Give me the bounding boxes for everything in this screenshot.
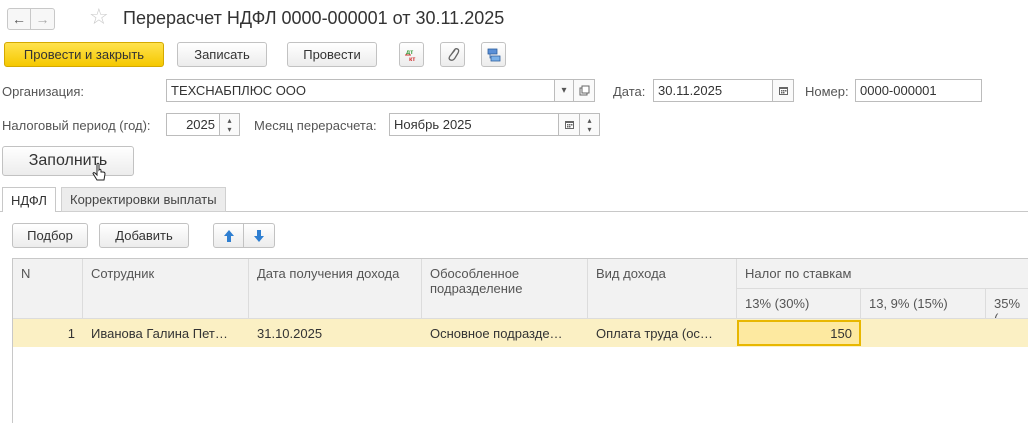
column-header-rate-35[interactable]: 35% (	[986, 289, 1028, 319]
organization-label: Организация:	[2, 84, 85, 99]
tax-period-label: Налоговый период (год):	[2, 118, 151, 133]
column-header-rate-13[interactable]: 13% (30%)	[737, 289, 861, 319]
mouse-cursor-icon	[92, 162, 106, 181]
move-down-button[interactable]	[244, 223, 275, 248]
column-header-tax-by-rates[interactable]: Налог по ставкам	[737, 259, 1028, 289]
spin-up-icon: ▴	[587, 115, 592, 125]
column-header-n[interactable]: N	[13, 259, 83, 319]
cell-n[interactable]: 1	[13, 319, 83, 347]
pick-button[interactable]: Подбор	[12, 223, 88, 248]
svg-text:кт: кт	[409, 56, 415, 63]
recalc-month-spinner[interactable]: ▴ ▾	[580, 113, 600, 136]
column-header-income-type[interactable]: Вид дохода	[588, 259, 737, 319]
column-header-division[interactable]: Обособленное подразделение	[422, 259, 588, 319]
calendar-icon	[778, 87, 788, 95]
arrow-down-icon	[254, 229, 264, 242]
attachment-button[interactable]	[440, 42, 465, 67]
cell-division[interactable]: Основное подразде…	[422, 319, 588, 347]
spin-down-icon: ▾	[587, 124, 592, 134]
cell-income-date[interactable]: 31.10.2025	[249, 319, 422, 347]
save-button[interactable]: Записать	[177, 42, 267, 67]
spin-up-icon: ▴	[227, 115, 232, 125]
cell-income-type[interactable]: Оплата труда (ос…	[588, 319, 737, 347]
fill-button[interactable]: Заполнить	[2, 146, 134, 176]
calendar-icon	[564, 121, 574, 129]
star-icon[interactable]: ☆	[89, 5, 109, 29]
move-up-button[interactable]	[213, 223, 244, 248]
open-window-icon	[579, 85, 589, 96]
forward-button[interactable]: →	[31, 8, 55, 30]
cell-employee[interactable]: Иванова Галина Пет…	[83, 319, 249, 347]
date-field[interactable]: 30.11.2025	[653, 79, 773, 102]
organization-field[interactable]: ТЕХСНАБПЛЮС ООО	[166, 79, 555, 102]
ndfl-table: N Сотрудник Дата получения дохода Обособ…	[12, 258, 1028, 423]
dt-kt-icon: дт кт	[404, 49, 415, 63]
number-label: Номер:	[805, 84, 849, 99]
tax-period-field[interactable]: 2025	[166, 113, 220, 136]
date-label: Дата:	[613, 84, 646, 99]
paperclip-icon	[447, 47, 459, 61]
page-title: Перерасчет НДФЛ 0000-000001 от 30.11.202…	[123, 8, 505, 28]
tab-ndfl[interactable]: НДФЛ	[2, 187, 56, 212]
recalc-month-field[interactable]: Ноябрь 2025	[389, 113, 559, 136]
number-field[interactable]: 0000-000001	[855, 79, 982, 102]
cell-rate-13-9[interactable]	[861, 319, 986, 347]
post-and-close-button[interactable]: Провести и закрыть	[4, 42, 164, 67]
document-structure-button[interactable]	[481, 42, 506, 67]
column-header-employee[interactable]: Сотрудник	[83, 259, 249, 319]
cell-rate-35[interactable]	[986, 319, 1028, 347]
dt-kt-button[interactable]: дт кт	[399, 42, 424, 67]
document-structure-icon	[487, 48, 500, 61]
spin-down-icon: ▾	[227, 124, 232, 134]
post-button[interactable]: Провести	[287, 42, 377, 67]
date-calendar-button[interactable]	[773, 79, 794, 102]
organization-dropdown-button[interactable]: ▾	[555, 79, 574, 102]
arrow-up-icon	[223, 229, 234, 242]
column-header-rate-13-9[interactable]: 13, 9% (15%)	[861, 289, 986, 319]
recalc-month-calendar-button[interactable]	[559, 113, 580, 136]
tab-payment-corrections[interactable]: Корректировки выплаты	[61, 187, 226, 212]
chevron-down-icon: ▾	[561, 85, 567, 96]
recalc-month-label: Месяц перерасчета:	[254, 118, 377, 133]
organization-open-button[interactable]	[574, 79, 595, 102]
cell-rate-13[interactable]: 150	[737, 320, 861, 346]
tax-period-spinner[interactable]: ▴ ▾	[220, 113, 240, 136]
add-button[interactable]: Добавить	[99, 223, 189, 248]
column-header-income-date[interactable]: Дата получения дохода	[249, 259, 422, 319]
back-button[interactable]: ←	[7, 8, 31, 30]
